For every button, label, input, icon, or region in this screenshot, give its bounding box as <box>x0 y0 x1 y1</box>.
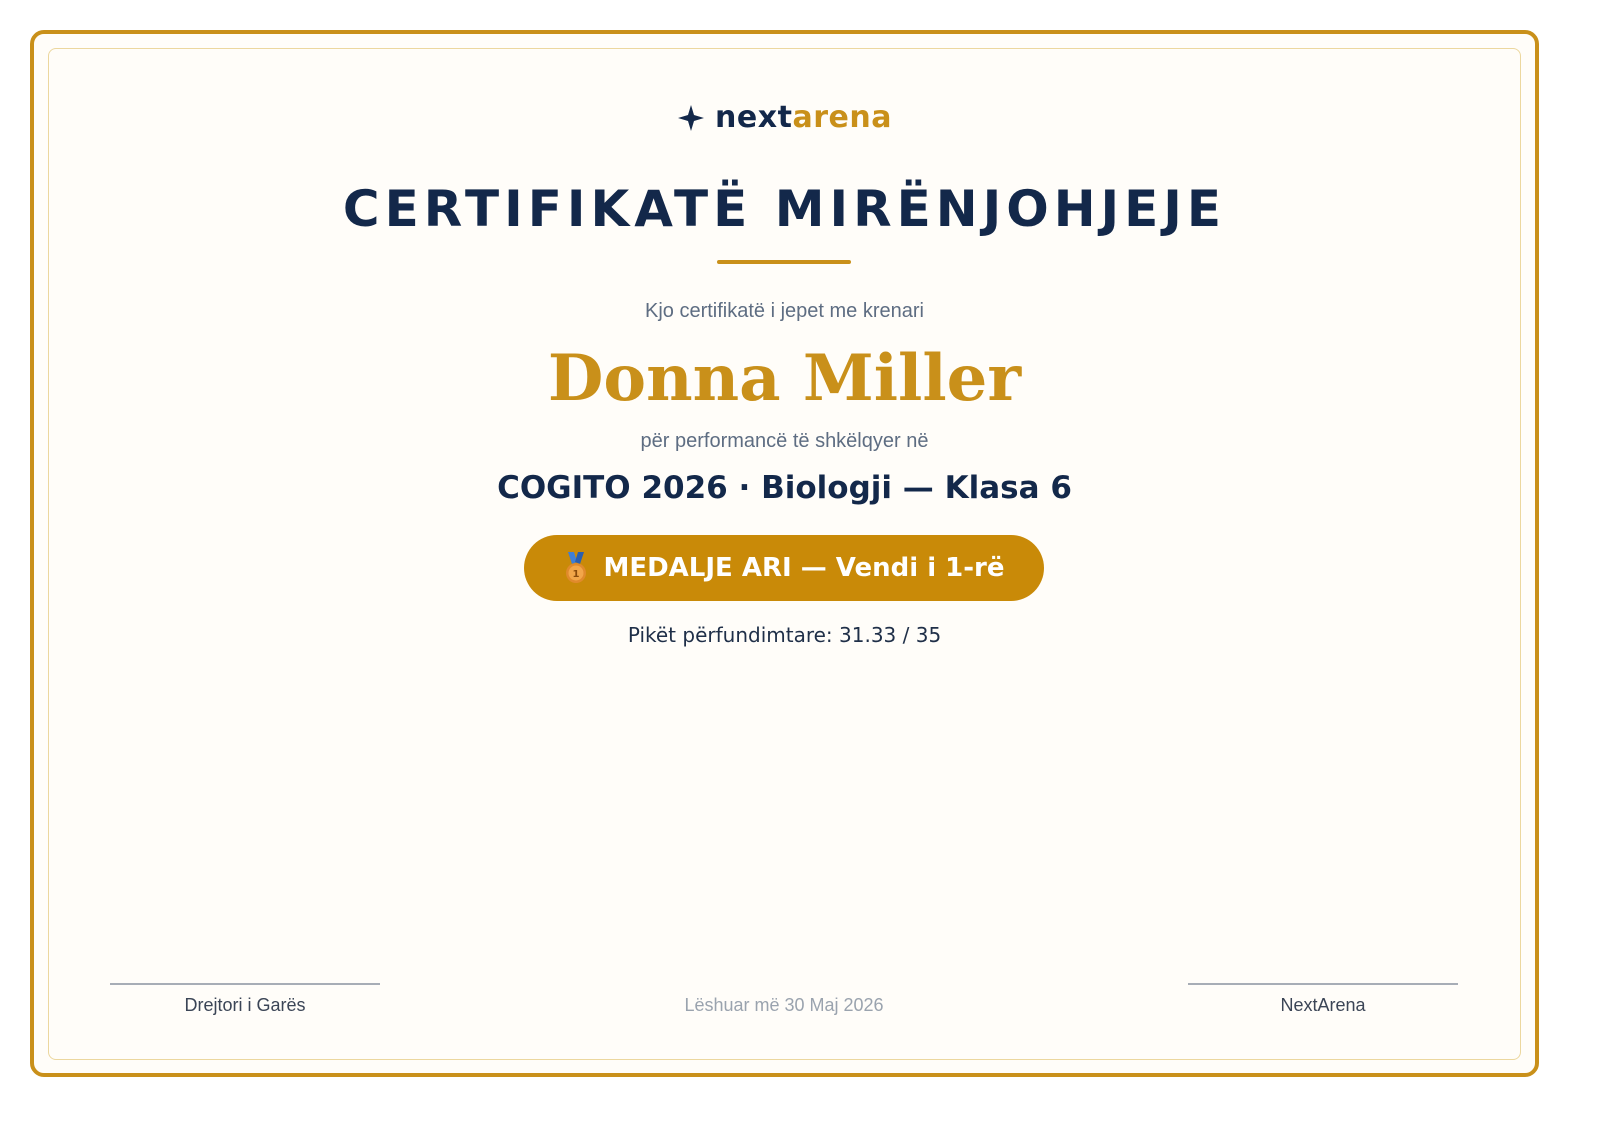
brand-name-next: next <box>715 100 793 135</box>
for-text: për performancë të shkëlqyer në <box>640 430 929 452</box>
brand-name-arena: arena <box>792 100 892 135</box>
recipient-name: Donna Miller <box>547 341 1022 416</box>
sparkle-star-icon <box>678 105 705 131</box>
brand-logo: nextarena <box>0 96 1569 140</box>
issued-date: Lëshuar më 30 Maj 2026 <box>684 995 884 1015</box>
gold-medal-icon: 1 <box>566 552 587 583</box>
svg-text:1: 1 <box>573 569 580 580</box>
brand-wordmark: nextarena <box>715 96 892 140</box>
event-name: COGITO 2026 · Biologji — Klasa 6 <box>497 470 1072 506</box>
left-signature-line <box>110 983 380 985</box>
medal-label: MEDALJE ARI — Vendi i 1-rë <box>603 553 1005 583</box>
right-signature-line <box>1188 983 1458 985</box>
final-score: Pikët përfundimtare: 31.33 / 35 <box>627 623 942 647</box>
certificate-title: CERTIFIKATË MIRËNJOHJEJE <box>342 180 1227 238</box>
presented-text: Kjo certifikatë i jepet me krenari <box>644 300 924 322</box>
medal-badge: 1 MEDALJE ARI — Vendi i 1-rë <box>524 535 1044 601</box>
left-signature-label: Drejtori i Garës <box>184 995 306 1015</box>
right-signature-label: NextArena <box>1280 995 1366 1015</box>
title-divider <box>717 260 851 264</box>
